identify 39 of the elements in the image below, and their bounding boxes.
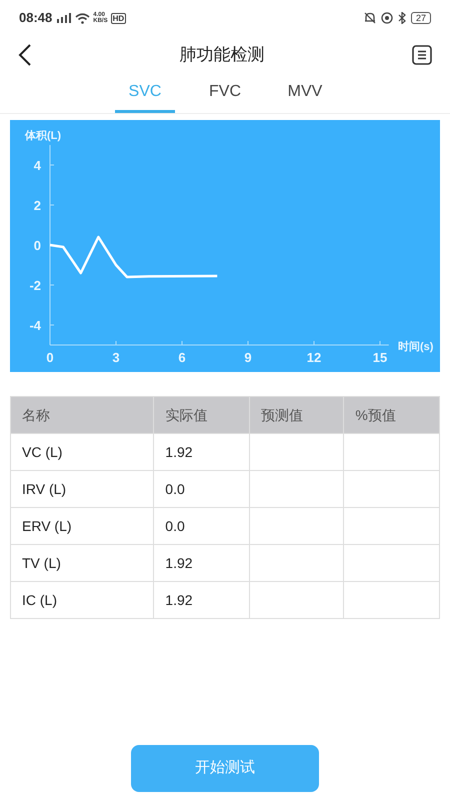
hd-indicator: HD	[110, 12, 126, 24]
table-cell-text: TV (L)	[22, 554, 61, 573]
x-tick-label: 15	[372, 350, 388, 365]
y-axis-title: 体积(L)	[25, 130, 62, 142]
x-tick-label: 12	[306, 350, 322, 365]
table-cell-text: 1.92	[165, 442, 193, 462]
page-title: 肺功能检测	[178, 44, 266, 66]
column-header: 名称	[22, 406, 50, 424]
table-cell-text: ERV (L)	[22, 516, 72, 536]
menu-icon[interactable]	[412, 45, 432, 65]
column-header: 预测值	[260, 406, 303, 424]
y-tick-label: 4	[34, 158, 41, 173]
column-header: 实际值	[165, 406, 208, 424]
tab[interactable]: FVC	[195, 74, 255, 113]
table-cell-text: IC (L)	[22, 590, 57, 610]
battery-indicator: 27	[410, 12, 431, 24]
x-tick-label: 0	[46, 350, 54, 365]
status-time: 08:48	[19, 9, 52, 28]
table-cell-text: 1.92	[165, 590, 193, 610]
table-cell-text: 0.0	[165, 516, 185, 536]
y-tick-label: -2	[29, 278, 41, 293]
bell-icon	[364, 12, 376, 24]
column-header: %预值	[355, 406, 396, 424]
tab[interactable]: MVV	[275, 74, 335, 113]
table-cell-text: 0.0	[165, 480, 185, 498]
table-cell-text: 1.92	[165, 554, 193, 572]
y-tick-label: -4	[29, 318, 41, 333]
y-tick-label: 0	[34, 238, 41, 253]
y-tick-label: 2	[34, 198, 41, 213]
bluetooth-icon	[398, 12, 406, 24]
signal-icon	[57, 13, 72, 23]
x-tick-label: 9	[244, 350, 252, 365]
x-tick-label: 3	[112, 350, 120, 365]
wifi-icon	[75, 12, 90, 24]
back-icon[interactable]	[18, 44, 32, 66]
x-tick-label: 6	[178, 350, 186, 365]
table-cell-text: IRV (L)	[22, 480, 66, 499]
table-cell-text: VC (L)	[22, 442, 62, 462]
x-axis-title: 时间(s)	[398, 341, 434, 353]
